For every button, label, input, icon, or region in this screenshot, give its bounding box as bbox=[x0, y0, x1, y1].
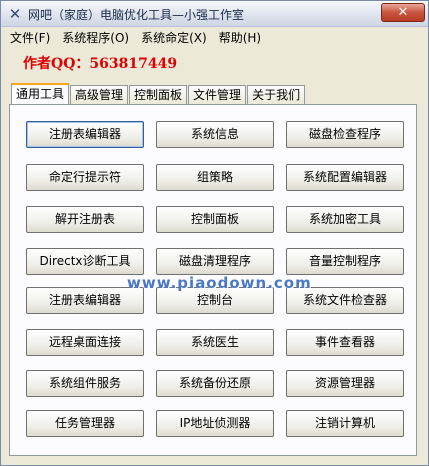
window-title: 网吧（家庭）电脑优化工具—小强工作室 bbox=[28, 8, 245, 22]
menu-system-commands[interactable]: 系统命定(X) bbox=[141, 29, 207, 46]
menu-file[interactable]: 文件(F) bbox=[10, 29, 50, 46]
component-services-button[interactable]: 系统组件服务 bbox=[26, 370, 144, 397]
logoff-button[interactable]: 注销计算机 bbox=[286, 410, 404, 437]
disk-cleanup-button[interactable]: 磁盘清理程序 bbox=[156, 248, 274, 275]
tab-strip: 通用工具 高级管理 控制面板 文件管理 关于我们 bbox=[11, 83, 306, 104]
menu-help[interactable]: 帮助(H) bbox=[219, 29, 261, 46]
tab-general-tools[interactable]: 通用工具 bbox=[11, 83, 70, 104]
registry-editor-button[interactable]: 注册表编辑器 bbox=[26, 121, 144, 148]
app-logo-icon: ✕ bbox=[8, 5, 22, 23]
system-encryption-button[interactable]: 系统加密工具 bbox=[286, 206, 404, 233]
app-window: ✕ 网吧（家庭）电脑优化工具—小强工作室 ✕ 文件(F) 系统程序(O) 系统命… bbox=[0, 0, 429, 466]
event-viewer-button[interactable]: 事件查看器 bbox=[286, 329, 404, 356]
author-qq-label: 作者QQ：563817449 bbox=[23, 56, 178, 72]
close-button[interactable]: ✕ bbox=[381, 3, 425, 22]
system-config-editor-button[interactable]: 系统配置编辑器 bbox=[286, 164, 404, 191]
menu-bar: 文件(F) 系统程序(O) 系统命定(X) 帮助(H) bbox=[2, 27, 427, 47]
remote-desktop-button[interactable]: 远程桌面连接 bbox=[26, 329, 144, 356]
title-bar[interactable]: ✕ 网吧（家庭）电脑优化工具—小强工作室 ✕ bbox=[1, 1, 428, 27]
menu-system-programs[interactable]: 系统程序(O) bbox=[62, 29, 129, 46]
ip-detector-button[interactable]: IP地址侦测器 bbox=[156, 410, 274, 437]
explorer-button[interactable]: 资源管理器 bbox=[286, 370, 404, 397]
system-restore-button[interactable]: 系统备份还原 bbox=[156, 370, 274, 397]
site-watermark: www.piaodown.com bbox=[127, 274, 312, 292]
tab-about-us[interactable]: 关于我们 bbox=[247, 85, 306, 104]
control-panel-button[interactable]: 控制面板 bbox=[156, 206, 274, 233]
tab-file-management[interactable]: 文件管理 bbox=[188, 85, 247, 104]
unlock-registry-button[interactable]: 解开注册表 bbox=[26, 206, 144, 233]
tab-advanced-management[interactable]: 高级管理 bbox=[70, 85, 129, 104]
group-policy-button[interactable]: 组策略 bbox=[156, 164, 274, 191]
tab-control-panel[interactable]: 控制面板 bbox=[129, 85, 188, 104]
task-manager-button[interactable]: 任务管理器 bbox=[26, 410, 144, 437]
system-doctor-button[interactable]: 系统医生 bbox=[156, 329, 274, 356]
directx-diagnostic-button[interactable]: Directx诊断工具 bbox=[26, 248, 144, 275]
volume-control-button[interactable]: 音量控制程序 bbox=[286, 248, 404, 275]
close-icon: ✕ bbox=[397, 5, 409, 20]
system-info-button[interactable]: 系统信息 bbox=[156, 121, 274, 148]
disk-check-button[interactable]: 磁盘检查程序 bbox=[286, 121, 404, 148]
command-prompt-button[interactable]: 命定行提示符 bbox=[26, 164, 144, 191]
